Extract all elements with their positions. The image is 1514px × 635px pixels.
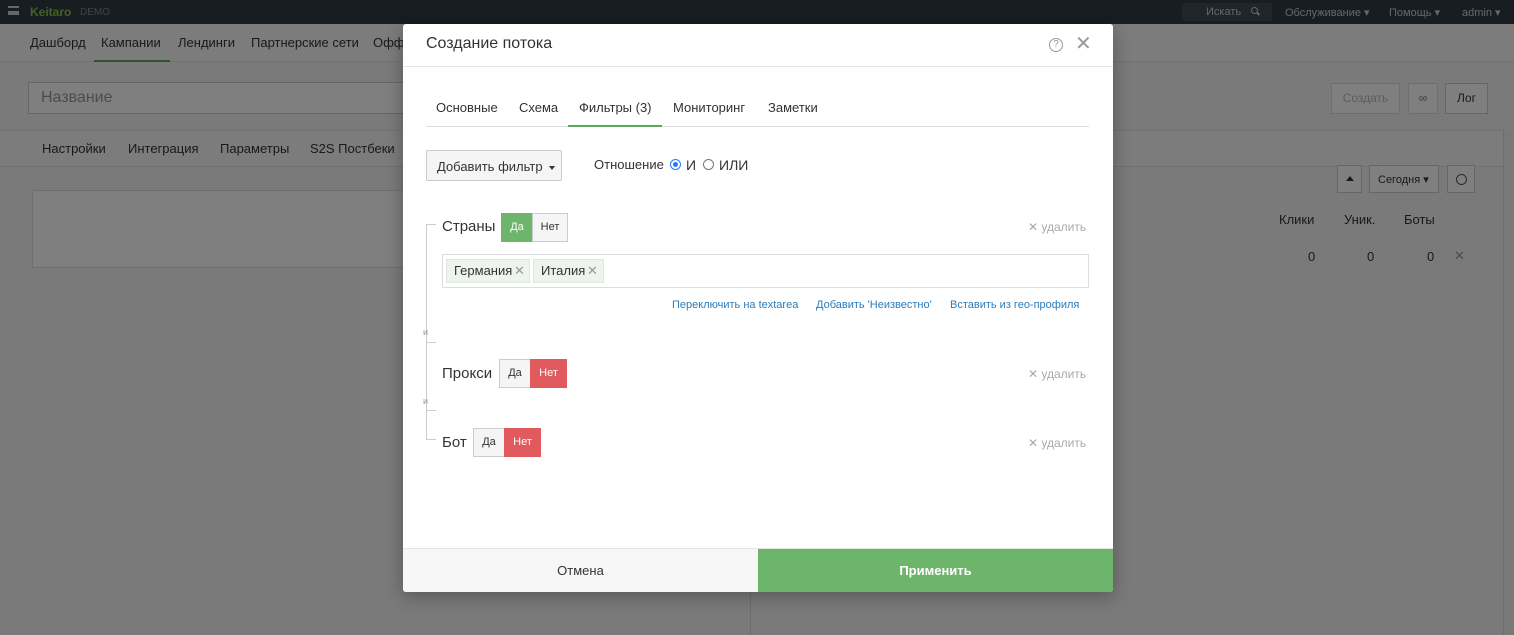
filter-name-proxy: Прокси: [442, 365, 493, 382]
bot-yes-toggle[interactable]: Да: [473, 428, 505, 457]
and-connector-label: и: [423, 396, 429, 406]
relation-or-label[interactable]: ИЛИ: [719, 157, 748, 173]
tab-schema[interactable]: Схема: [519, 100, 558, 115]
add-unknown-link[interactable]: Добавить 'Неизвестно': [816, 299, 932, 311]
modal-footer: Отмена Применить: [403, 548, 1113, 592]
tag-remove-icon[interactable]: ✕: [514, 263, 525, 279]
modal-title: Создание потока: [426, 35, 553, 52]
countries-remove-link[interactable]: ✕ удалить: [1028, 220, 1086, 234]
modal-tabs: Основные Схема Фильтры (3) Мониторинг За…: [426, 90, 1089, 127]
relation-and-radio[interactable]: [670, 159, 681, 170]
proxy-yes-toggle[interactable]: Да: [499, 359, 531, 388]
close-icon[interactable]: ✕: [1075, 34, 1092, 54]
filter-tree-branch: [426, 439, 436, 440]
help-icon[interactable]: ?: [1049, 38, 1063, 52]
tab-active-indicator: [568, 125, 662, 127]
tab-notes[interactable]: Заметки: [768, 100, 818, 115]
bot-no-toggle[interactable]: Нет: [504, 428, 541, 457]
filter-name-countries: Страны: [442, 218, 496, 235]
tag-remove-icon[interactable]: ✕: [587, 263, 598, 279]
proxy-remove-link[interactable]: ✕ удалить: [1028, 367, 1086, 381]
filter-tree-branch: [426, 410, 436, 411]
create-stream-modal: Создание потока ? ✕ Основные Схема Фильт…: [403, 24, 1113, 592]
add-filter-button[interactable]: Добавить фильтр: [426, 150, 562, 181]
bot-remove-link[interactable]: ✕ удалить: [1028, 436, 1086, 450]
relation-or-radio[interactable]: [703, 159, 714, 170]
cancel-button[interactable]: Отмена: [403, 549, 758, 592]
countries-yes-toggle[interactable]: Да: [501, 213, 533, 242]
insert-geo-profile-link[interactable]: Вставить из гео-профиля: [950, 299, 1079, 311]
tab-monitoring[interactable]: Мониторинг: [673, 100, 745, 115]
switch-to-textarea-link[interactable]: Переключить на textarea: [672, 299, 798, 311]
filter-name-bot: Бот: [442, 434, 467, 451]
country-tag: Германия ✕: [446, 259, 530, 283]
tab-basic[interactable]: Основные: [436, 100, 498, 115]
tab-filters[interactable]: Фильтры (3): [579, 100, 652, 115]
apply-button[interactable]: Применить: [758, 549, 1113, 592]
country-tag: Италия ✕: [533, 259, 604, 283]
relation-and-label[interactable]: И: [686, 157, 696, 173]
chevron-down-icon: [548, 165, 555, 170]
countries-tag-input[interactable]: Германия ✕ Италия ✕: [442, 254, 1089, 288]
relation-label: Отношение: [594, 157, 664, 172]
proxy-no-toggle[interactable]: Нет: [530, 359, 567, 388]
countries-no-toggle[interactable]: Нет: [532, 213, 568, 242]
modal-header: Создание потока ? ✕: [403, 24, 1113, 67]
filter-tree-branch: [426, 224, 436, 225]
filter-tree-branch: [426, 342, 436, 343]
and-connector-label: и: [423, 327, 429, 337]
